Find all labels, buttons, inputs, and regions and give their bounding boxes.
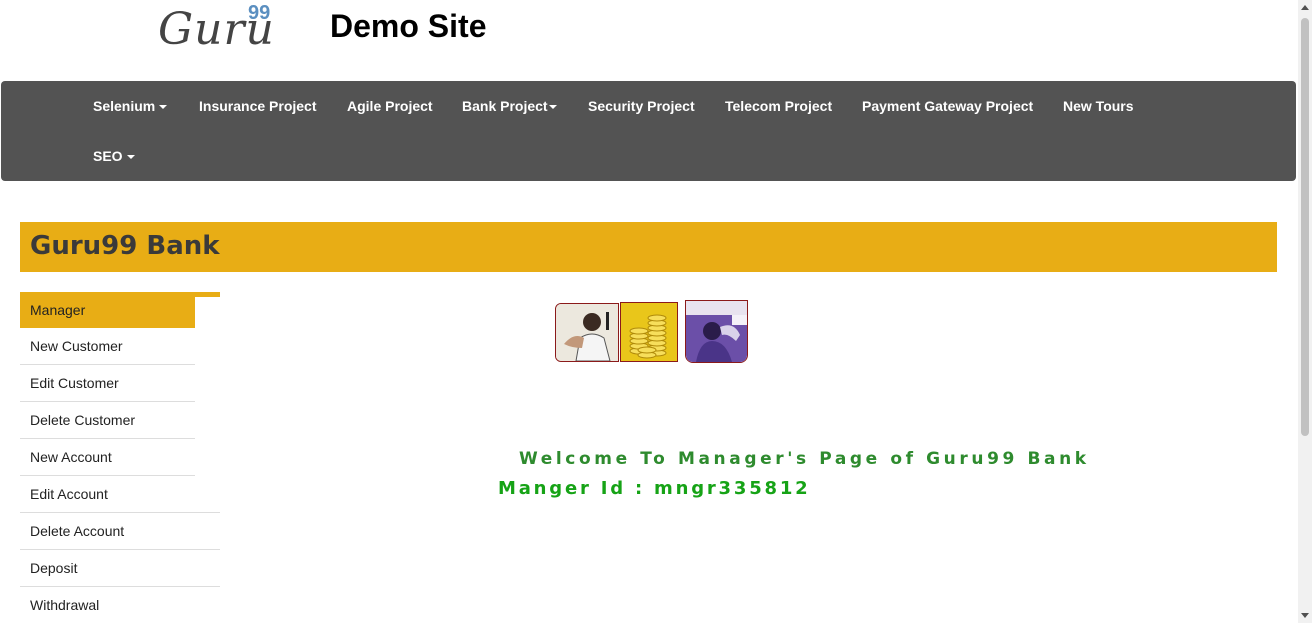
nav-telecom-project[interactable]: Telecom Project [725, 96, 832, 116]
site-title: Demo Site [330, 8, 487, 44]
nav-agile-project[interactable]: Agile Project [347, 96, 433, 116]
scrollbar-thumb[interactable] [1301, 18, 1309, 436]
bank-title: Guru99 Bank [30, 231, 220, 261]
gold-coins-image [620, 302, 678, 362]
guru99-logo[interactable]: Guru 99 [158, 2, 275, 55]
caret-down-icon [159, 105, 168, 110]
manager-id-text: Manger Id : mngr335812 [498, 478, 811, 499]
bank-banner: Guru99 Bank [20, 222, 1277, 272]
sidebar-item-edit-customer[interactable]: Edit Customer [20, 365, 195, 402]
nav-new-tours[interactable]: New Tours [1063, 96, 1134, 116]
sidebar-item-label: Manager [30, 302, 86, 318]
sidebar-item-new-account[interactable]: New Account [20, 439, 195, 476]
nav-seo[interactable]: SEO [93, 146, 135, 166]
scroll-up-arrow-icon[interactable] [1301, 5, 1309, 10]
welcome-message: Welcome To Manager's Page of Guru99 Bank [519, 449, 1090, 469]
nav-security-project[interactable]: Security Project [588, 96, 695, 116]
sidebar-item-delete-account[interactable]: Delete Account [20, 513, 220, 550]
bank-images-strip [555, 300, 748, 363]
caret-down-icon [548, 105, 557, 110]
sidebar-item-edit-account[interactable]: Edit Account [20, 476, 220, 513]
caret-down-icon [126, 155, 135, 160]
top-navbar: Selenium Insurance Project Agile Project… [1, 81, 1296, 181]
logo-superscript: 99 [248, 2, 271, 24]
nav-selenium[interactable]: Selenium [93, 96, 168, 116]
sidebar-item-deposit[interactable]: Deposit [20, 550, 220, 587]
page-scrollbar[interactable] [1298, 0, 1312, 623]
sidebar-item-delete-customer[interactable]: Delete Customer [20, 402, 195, 439]
scroll-down-arrow-icon[interactable] [1301, 613, 1309, 618]
sidebar-menu: Manager New Customer Edit Customer Delet… [20, 292, 220, 623]
nav-bank-project[interactable]: Bank Project [462, 96, 557, 116]
banker-photo-image [555, 303, 619, 362]
woman-photo-image [685, 300, 748, 363]
nav-payment-gateway-project[interactable]: Payment Gateway Project [862, 96, 1033, 116]
sidebar-item-new-customer[interactable]: New Customer [20, 328, 195, 365]
sidebar-item-withdrawal[interactable]: Withdrawal [20, 587, 220, 623]
nav-insurance-project[interactable]: Insurance Project [199, 96, 317, 116]
sidebar-item-manager[interactable]: Manager [20, 292, 220, 328]
